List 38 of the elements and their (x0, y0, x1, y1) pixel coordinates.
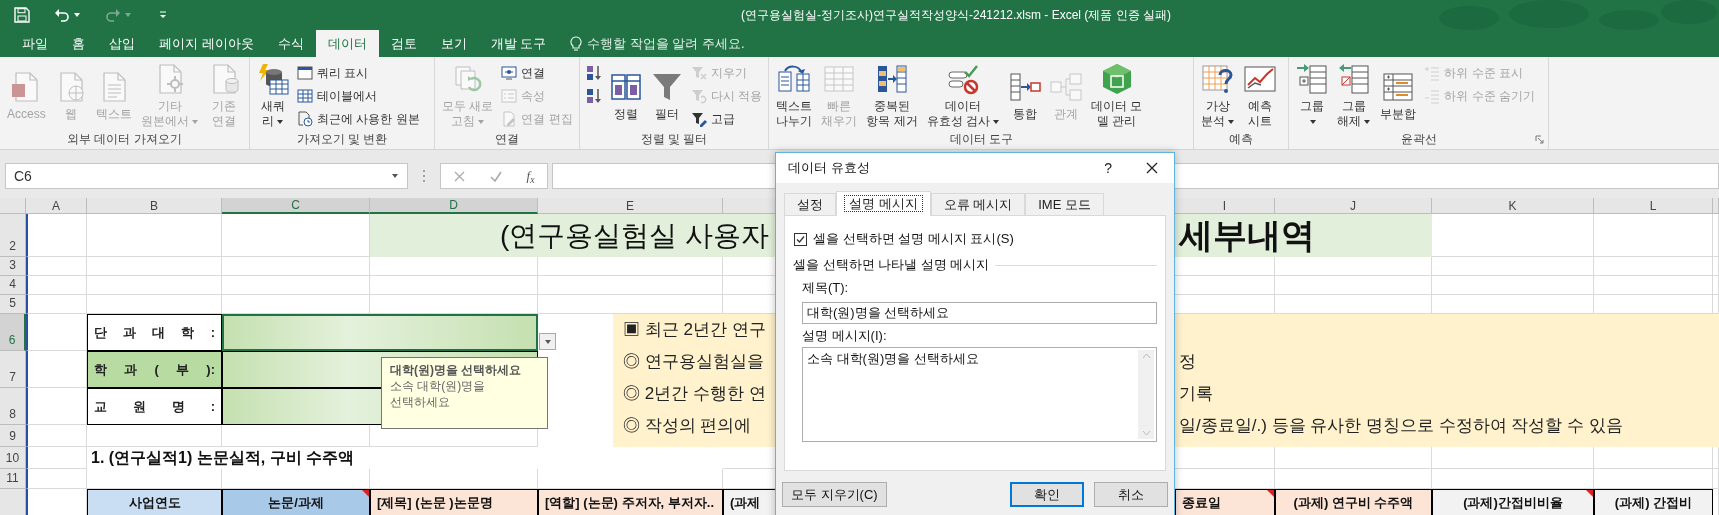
table-header: (과제)간접비비율 (1463, 495, 1563, 510)
form-label: 단 과 대 학 : (87, 314, 222, 351)
table-header: (과제) 연구비 수주액 (1293, 495, 1414, 510)
group-label: 외부 데이터 가져오기 (67, 131, 182, 148)
dialog-title: 데이터 유효성 (788, 159, 870, 178)
group-label: 가져오기 및 변환 (296, 131, 388, 148)
field-label: 설명 메시지(I): (802, 328, 888, 344)
name-box-text: C6 (14, 166, 32, 186)
info-text: ◎ 2년간 수행한 연 (622, 383, 767, 405)
info-text: 일/종료일/.) 등을 유사한 명칭으로 수정하여 작성할 수 있음 (1178, 415, 1624, 437)
group-label: 셀을 선택하면 나타낼 설명 메시지 (793, 256, 990, 275)
sheet-title: 세부내역 (1177, 215, 1315, 256)
info-text: ◎ 작성의 편의에 (622, 415, 753, 437)
group-label: 연결 (495, 131, 519, 148)
info-text: 기록 (1178, 383, 1214, 405)
info-text: ◎ 연구용실험실을 (622, 351, 765, 373)
table-header: [제목] (논문 )논문명 (377, 495, 493, 510)
table-header: (과제) 간접비 (1614, 495, 1693, 510)
form-label: 교 원 명 : (87, 388, 222, 425)
info-text: 정 (1178, 351, 1197, 373)
table-header: 논문/과제 (268, 495, 324, 510)
group-label: 데이터 도구 (949, 131, 1013, 148)
table-header: 사업연도 (128, 495, 181, 510)
table-header: [역할] (논문) 주저자, 부저자.. (545, 495, 714, 510)
tooltip-title: 대학(원)명을 선택하세요 (390, 362, 523, 378)
field-label: 제목(T): (802, 280, 850, 296)
message-text: 소속 대학(원)명을 선택하세요 (806, 350, 980, 368)
sheet-title: (연구용실험실 사용자 (499, 218, 769, 253)
table-header: (과제 (730, 495, 761, 510)
form-label: 학 과 ( 부 ): (87, 351, 222, 388)
tooltip-text: 소속 대학(원)명을 선택하세요 (390, 378, 487, 410)
group-label: 예측 (1229, 131, 1254, 148)
table-header: 종료일 (1182, 495, 1221, 510)
info-text: ▣ 최근 2년간 연구 (622, 319, 767, 341)
section-heading: 1. (연구실적1) 논문실적, 구비 수주액 (90, 448, 356, 468)
group-label: 정렬 및 필터 (640, 131, 708, 148)
group-label: 윤곽선 (1400, 131, 1437, 148)
window-title: (연구용실험실-정기조사)연구실적작성양식-241212.xlsm - Excel (제품 인증 실패) (741, 7, 1172, 24)
